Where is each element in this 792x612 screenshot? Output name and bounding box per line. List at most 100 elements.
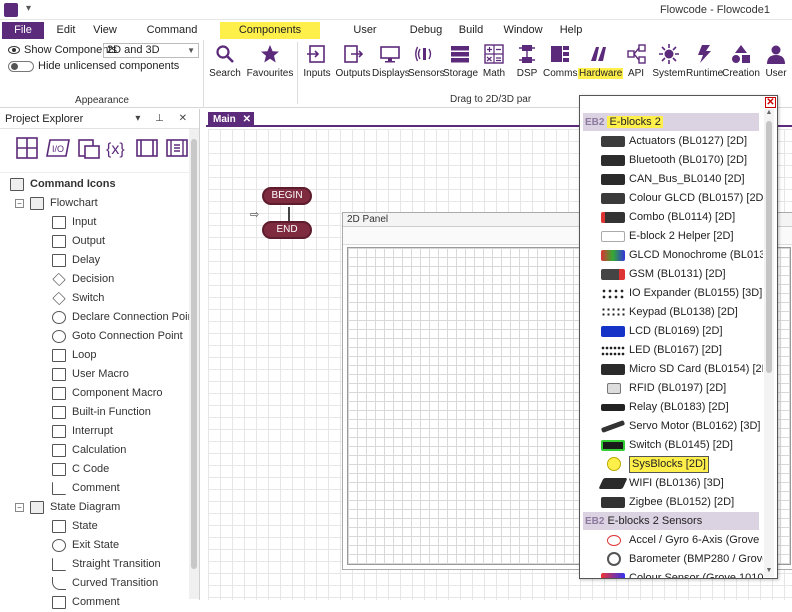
explorer-scroll-thumb[interactable] bbox=[191, 139, 197, 569]
creation-icon bbox=[732, 45, 750, 63]
search-button[interactable]: Search bbox=[208, 44, 242, 86]
rfid-icon bbox=[607, 383, 621, 394]
io-icon[interactable]: I/O bbox=[46, 137, 70, 159]
bluetooth-icon bbox=[601, 155, 625, 166]
list-item[interactable]: Switch (BL0145) [2D] bbox=[583, 436, 759, 455]
lcd-icon bbox=[601, 326, 625, 337]
menu-components-libraries[interactable]: Components Libraries bbox=[220, 22, 320, 53]
dsp-button[interactable]: DSP bbox=[512, 44, 542, 86]
scroll-down-icon[interactable]: ▼ bbox=[764, 567, 774, 577]
list-item[interactable]: Bluetooth (BL0170) [2D] bbox=[583, 151, 759, 170]
list-item[interactable]: CAN_Bus_BL0140 [2D] bbox=[583, 170, 759, 189]
star-icon bbox=[261, 45, 279, 63]
panel-controls[interactable]: ▾ ⊥ ✕ bbox=[135, 109, 193, 129]
variable-icon[interactable]: {x} bbox=[106, 137, 130, 159]
close-icon[interactable]: ✕ bbox=[765, 97, 776, 108]
inputs-button[interactable]: Inputs bbox=[300, 44, 334, 86]
menu-command-icons[interactable]: Command Icons bbox=[132, 22, 212, 53]
list-item[interactable]: Colour Sensor (Grove 101020 bbox=[583, 569, 763, 578]
helper-icon bbox=[601, 231, 625, 242]
show-components-row[interactable]: Show Components bbox=[8, 44, 117, 56]
comment-icon bbox=[52, 482, 66, 495]
menu-build[interactable]: Build bbox=[454, 22, 488, 39]
scroll-up-icon[interactable]: ▲ bbox=[764, 109, 774, 119]
component-macro-icon[interactable] bbox=[166, 137, 188, 159]
menu-help[interactable]: Help bbox=[556, 22, 586, 39]
list-item[interactable]: Relay (BL0183) [2D] bbox=[583, 398, 759, 417]
list-item[interactable]: Accel / Gyro 6-Axis (Grove 10: bbox=[583, 531, 763, 550]
begin-block[interactable]: BEGIN bbox=[262, 187, 312, 205]
list-item[interactable]: Barometer (BMP280 / Grove 1 bbox=[583, 550, 763, 569]
list-item[interactable]: GSM (BL0131) [2D] bbox=[583, 265, 759, 284]
sensors-icon bbox=[415, 46, 432, 62]
switch-icon bbox=[601, 440, 625, 451]
hardware-button[interactable]: Hardware bbox=[578, 44, 624, 86]
expand-state-diagram-toggle[interactable]: − bbox=[15, 503, 24, 512]
list-item[interactable]: Keypad (BL0138) [2D] bbox=[583, 303, 759, 322]
creation-button[interactable]: Creation bbox=[722, 44, 760, 86]
close-icon[interactable]: ✕ bbox=[243, 112, 251, 127]
project-explorer-header: Project Explorer ▾ ⊥ ✕ bbox=[0, 109, 199, 129]
list-item[interactable]: IO Expander (BL0155) [3D] bbox=[583, 284, 762, 303]
displays-button[interactable]: Displays bbox=[372, 44, 410, 86]
gsm-icon bbox=[601, 269, 625, 280]
popup-scrollbar[interactable]: ▲ ▼ bbox=[764, 109, 774, 577]
show-components-select[interactable]: 2D and 3D ▼ bbox=[103, 43, 199, 58]
actuators-icon bbox=[601, 136, 625, 147]
list-item[interactable]: GLCD Monochrome (BL0139) bbox=[583, 246, 763, 265]
project-explorer: Project Explorer ▾ ⊥ ✕ I/O {x} Command I… bbox=[0, 109, 200, 609]
category-eblocks2-sensors[interactable]: EB2 E-blocks 2 Sensors bbox=[583, 512, 759, 530]
list-item[interactable]: E-block 2 Helper [2D] bbox=[583, 227, 759, 246]
list-item[interactable]: Zigbee (BL0152) [2D] bbox=[583, 493, 759, 512]
sd-card-icon bbox=[601, 364, 625, 375]
built-in-function-icon bbox=[52, 406, 66, 419]
declare-connection-icon bbox=[52, 311, 66, 324]
menu-window[interactable]: Window bbox=[500, 22, 546, 39]
favourites-button[interactable]: Favourites bbox=[246, 44, 294, 86]
menu-debug[interactable]: Debug bbox=[406, 22, 446, 39]
popup-scroll-thumb[interactable] bbox=[766, 121, 772, 373]
servo-icon bbox=[600, 420, 626, 433]
user-button[interactable]: User bbox=[762, 44, 790, 86]
sensors-button[interactable]: Sensors bbox=[408, 44, 445, 86]
outputs-button[interactable]: Outputs bbox=[335, 44, 371, 86]
list-item[interactable]: Servo Motor (BL0162) [3D] bbox=[583, 417, 760, 436]
grid-icon[interactable] bbox=[16, 137, 38, 159]
eblocks-icon: EB2 bbox=[585, 117, 605, 128]
macro-icon[interactable] bbox=[136, 137, 158, 159]
comms-button[interactable]: Comms bbox=[543, 44, 577, 86]
api-button[interactable]: API bbox=[622, 44, 650, 86]
runtime-button[interactable]: Runtime bbox=[686, 44, 723, 86]
switch-icon bbox=[52, 291, 66, 306]
menu-view[interactable]: View bbox=[88, 22, 122, 39]
explorer-scrollbar[interactable] bbox=[189, 129, 199, 599]
menu-file[interactable]: File bbox=[2, 22, 44, 39]
delay-icon[interactable] bbox=[78, 137, 100, 159]
list-item[interactable]: WIFI (BL0136) [3D] bbox=[583, 474, 759, 493]
hide-unlicensed-row[interactable]: Hide unlicensed components bbox=[8, 60, 179, 72]
list-item[interactable]: Actuators (BL0127) [2D] bbox=[583, 132, 759, 151]
user-macro-icon bbox=[52, 368, 66, 381]
list-item[interactable]: LED (BL0167) [2D] bbox=[583, 341, 759, 360]
end-block[interactable]: END bbox=[262, 221, 312, 239]
math-button[interactable]: Math bbox=[478, 44, 510, 86]
list-item-selected[interactable]: SysBlocks [2D] bbox=[583, 455, 759, 474]
list-item[interactable]: RFID (BL0197) [2D] bbox=[583, 379, 759, 398]
menu-user-macros[interactable]: User Macros bbox=[334, 22, 396, 53]
storage-icon bbox=[451, 46, 469, 63]
expand-flowchart-toggle[interactable]: − bbox=[15, 199, 24, 208]
user-icon bbox=[767, 45, 785, 64]
category-eblocks2[interactable]: EB2 E-blocks 2 bbox=[583, 113, 759, 131]
list-item[interactable]: LCD (BL0169) [2D] bbox=[583, 322, 759, 341]
list-item[interactable]: Colour GLCD (BL0157) [2D] bbox=[583, 189, 763, 208]
decision-icon bbox=[52, 272, 66, 287]
storage-button[interactable]: Storage bbox=[443, 44, 478, 86]
hide-unlicensed-toggle[interactable] bbox=[8, 60, 34, 72]
calculation-icon bbox=[52, 444, 66, 457]
list-item[interactable]: Micro SD Card (BL0154) [2D] bbox=[583, 360, 763, 379]
list-item[interactable]: Combo (BL0114) [2D] bbox=[583, 208, 759, 227]
menu-edit[interactable]: Edit bbox=[50, 22, 82, 39]
tab-main[interactable]: Main ✕ bbox=[208, 112, 254, 127]
system-button[interactable]: System bbox=[652, 44, 686, 86]
drag-hint-label: Drag to 2D/3D par bbox=[450, 94, 532, 105]
